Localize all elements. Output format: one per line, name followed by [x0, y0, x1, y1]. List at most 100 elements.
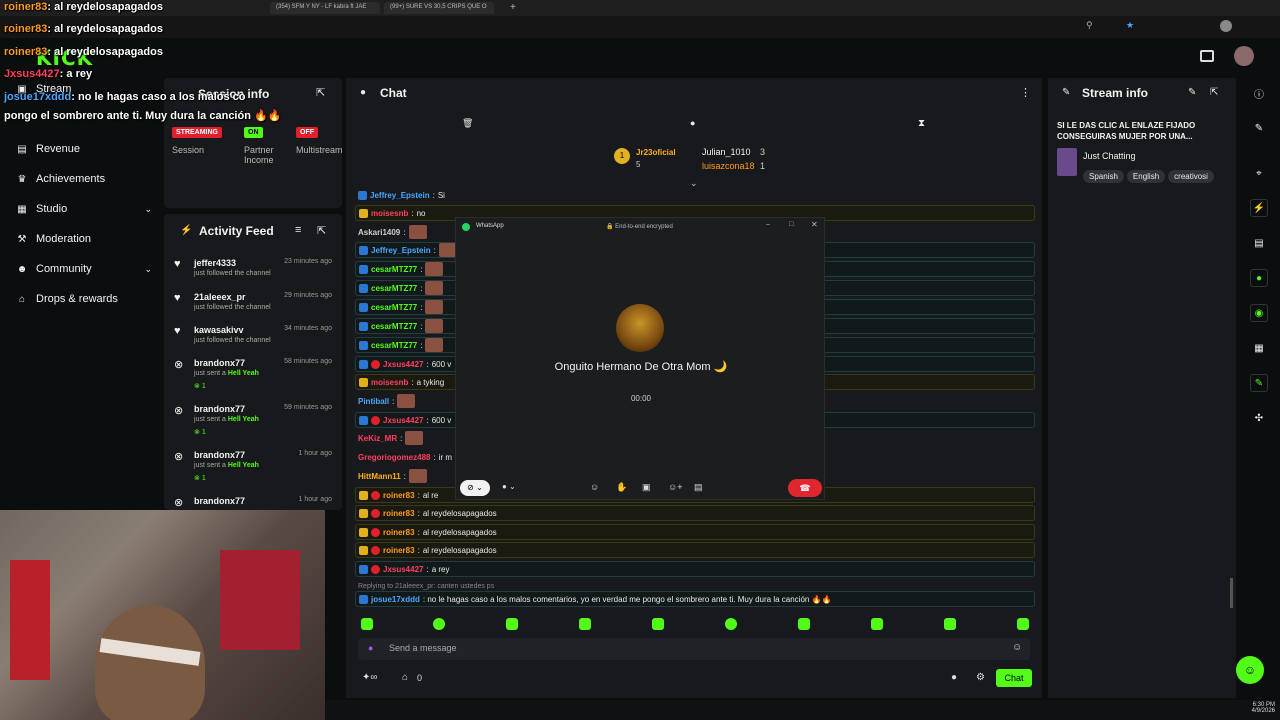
tag-chip[interactable]: English: [1126, 170, 1166, 183]
activity-username[interactable]: brandonx77: [194, 358, 245, 368]
document-icon[interactable]: ▤: [1250, 234, 1268, 252]
chat-username[interactable]: roiner83: [383, 509, 415, 518]
new-tab-icon[interactable]: +: [510, 2, 516, 13]
emote-icon[interactable]: [798, 618, 810, 630]
activity-username[interactable]: 21aleeex_pr: [194, 292, 246, 302]
third-gifter-name[interactable]: luisazcona18: [702, 161, 755, 171]
chat-username[interactable]: HittMann11: [358, 472, 401, 481]
emoji-reaction-icon[interactable]: ☺: [590, 482, 599, 492]
popout-icon[interactable]: ⇱: [317, 224, 326, 237]
chat-mode-icon[interactable]: ●: [690, 118, 695, 128]
camera-off-button[interactable]: ⊘ ⌄: [460, 480, 490, 496]
system-clock[interactable]: 6:30 PM 4/9/2026: [1215, 702, 1275, 714]
chat-bubble-icon[interactable]: ●: [1250, 269, 1268, 287]
second-gifter-name[interactable]: Julian_1010: [702, 147, 751, 157]
emoji-icon[interactable]: ☺: [1012, 642, 1022, 653]
chat-username[interactable]: Gregoriogomez488: [358, 453, 430, 462]
activity-username[interactable]: jeffer4333: [194, 258, 236, 268]
send-chat-button[interactable]: Chat: [996, 669, 1032, 687]
nav-item-studio[interactable]: ▦ Studio ⌄: [16, 198, 152, 220]
chat-input[interactable]: ● Send a message ☺: [358, 638, 1030, 660]
emote-icon[interactable]: [361, 618, 373, 630]
nav-item-revenue[interactable]: ▤ Revenue: [16, 138, 80, 160]
chat-username[interactable]: Jxsus4427: [383, 416, 423, 425]
bookmark-star-icon[interactable]: ★: [1126, 20, 1134, 31]
address-bar[interactable]: ⚲ ★: [0, 16, 1280, 38]
settings-gear-icon[interactable]: ⚙: [976, 672, 985, 683]
chat-username[interactable]: cesarMTZ77: [371, 303, 417, 312]
emote-icon[interactable]: [871, 618, 883, 630]
microphone-icon[interactable]: ●: [368, 643, 373, 653]
browser-tab[interactable]: (99+) SURE VS 30,5 CRIPS QUE O: [384, 2, 494, 14]
tag-chip[interactable]: creativosi: [1168, 170, 1214, 183]
chat-username[interactable]: moisesnb: [371, 378, 408, 387]
chat-username[interactable]: cesarMTZ77: [371, 284, 417, 293]
puzzle-icon[interactable]: ✣: [1250, 409, 1268, 427]
broadcast-icon[interactable]: ◉: [1250, 304, 1268, 322]
chat-username[interactable]: cesarMTZ77: [371, 322, 417, 331]
info-icon[interactable]: ⓘ: [1250, 84, 1268, 102]
chat-username[interactable]: Jeffrey_Epstein: [371, 246, 431, 255]
top-gifter-name[interactable]: Jr23oficial: [636, 148, 676, 157]
chat-username[interactable]: josue17xddd: [371, 595, 420, 604]
nav-item-achievements[interactable]: ♛ Achievements: [16, 168, 106, 190]
emote-icon[interactable]: [944, 618, 956, 630]
pencil-icon[interactable]: ✎: [1250, 119, 1268, 137]
emote-icon[interactable]: [1017, 618, 1029, 630]
profile-avatar[interactable]: [1220, 20, 1232, 32]
trash-icon[interactable]: 🗑: [462, 118, 473, 129]
minimize-icon[interactable]: –: [766, 221, 770, 228]
raise-hand-icon[interactable]: ✋: [616, 482, 627, 493]
chat-username[interactable]: Jxsus4427: [383, 360, 423, 369]
user-avatar[interactable]: [1234, 46, 1254, 66]
popout-icon[interactable]: ⇱: [1210, 87, 1218, 98]
popout-icon[interactable]: ⇱: [316, 86, 325, 99]
activity-username[interactable]: brandonx77: [194, 496, 245, 506]
emote-icon[interactable]: [652, 618, 664, 630]
activity-username[interactable]: brandonx77: [194, 404, 245, 414]
end-call-button[interactable]: ☎: [788, 479, 822, 497]
category-thumbnail[interactable]: [1057, 148, 1077, 176]
lightning-icon[interactable]: ⚡: [1250, 199, 1268, 217]
add-participant-icon[interactable]: ☺+: [668, 482, 682, 492]
points-icon[interactable]: ✦∞: [362, 672, 378, 683]
hourglass-icon[interactable]: ⧗: [918, 118, 925, 129]
category-name[interactable]: Just Chatting: [1083, 151, 1136, 161]
chat-username[interactable]: Jeffrey_Epstein: [370, 191, 430, 200]
emote-icon[interactable]: [433, 618, 445, 630]
wallet-icon[interactable]: [1200, 50, 1214, 62]
scrollbar[interactable]: [1230, 578, 1233, 608]
gift-icon[interactable]: ⌂: [402, 672, 408, 683]
chat-bubble-icon[interactable]: ●: [951, 672, 957, 683]
close-icon[interactable]: ✕: [811, 220, 818, 229]
emote-icon[interactable]: [579, 618, 591, 630]
microphone-button[interactable]: ● ⌄: [502, 482, 516, 491]
chat-username[interactable]: Pintiball: [358, 397, 389, 406]
tag-chip[interactable]: Spanish: [1083, 170, 1124, 183]
more-options-icon[interactable]: ⋮: [1020, 86, 1031, 99]
chat-username[interactable]: roiner83: [383, 491, 415, 500]
chat-username[interactable]: roiner83: [383, 528, 415, 537]
nav-item-community[interactable]: ☻ Community ⌄: [16, 258, 152, 280]
chat-username[interactable]: cesarMTZ77: [371, 265, 417, 274]
maximize-icon[interactable]: □: [789, 221, 793, 228]
activity-username[interactable]: brandonx77: [194, 450, 245, 460]
crosshair-icon[interactable]: ⌖: [1250, 164, 1268, 182]
edit-pencil-icon[interactable]: ✎: [1188, 87, 1196, 98]
chat-username[interactable]: cesarMTZ77: [371, 341, 417, 350]
nav-item-drops[interactable]: ⌂ Drops & rewards: [16, 288, 118, 310]
emote-icon[interactable]: [725, 618, 737, 630]
screen-share-icon[interactable]: ▣: [642, 482, 651, 493]
chat-username[interactable]: Askari1409: [358, 228, 400, 237]
chat-username[interactable]: moisesnb: [371, 209, 408, 218]
activity-username[interactable]: kawasakivv: [194, 325, 244, 335]
chat-username[interactable]: roiner83: [383, 546, 415, 555]
wrench-icon[interactable]: ✎: [1250, 374, 1268, 392]
more-options-icon[interactable]: ▤: [694, 482, 703, 493]
browser-tab[interactable]: (354) SFM Y NY - LF kabra ft JAE: [270, 2, 380, 14]
layers-icon[interactable]: ▦: [1250, 339, 1268, 357]
chat-username[interactable]: Jxsus4427: [383, 565, 423, 574]
support-chat-button[interactable]: ☺: [1236, 656, 1264, 684]
filter-icon[interactable]: ≡: [295, 224, 301, 236]
nav-item-moderation[interactable]: ⚒ Moderation: [16, 228, 92, 250]
